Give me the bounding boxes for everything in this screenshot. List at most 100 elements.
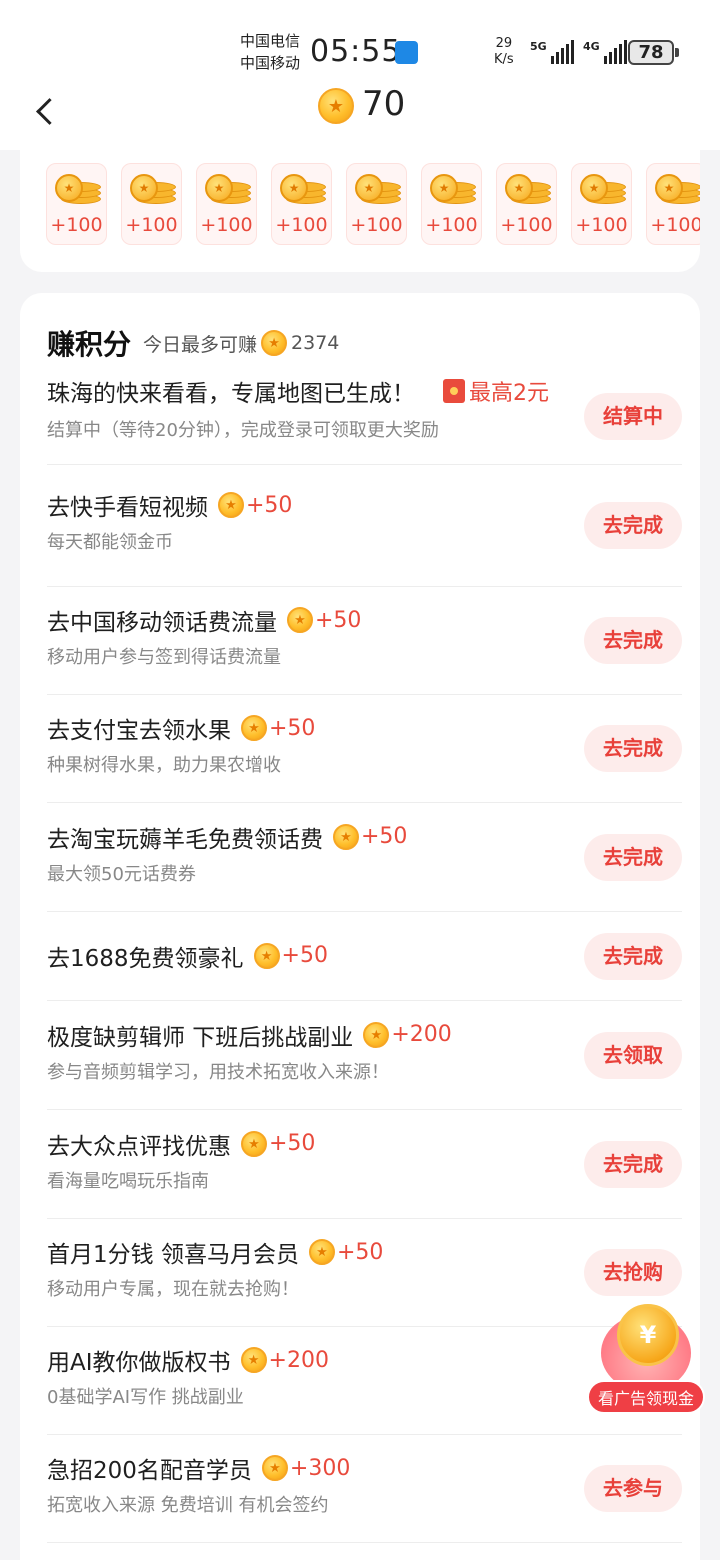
task-reward: +50 [246, 492, 293, 518]
task-desc: 参与音频剪辑学习，用技术拓宽收入来源！ [47, 1061, 389, 1083]
task-row[interactable]: 去快手看短视频 +50 每天都能领金币 去完成 [47, 465, 682, 587]
battery-tip [675, 48, 679, 57]
reward-day-tile[interactable]: +100 [646, 163, 700, 245]
task-reward: +50 [315, 607, 362, 633]
task-row[interactable]: 去中国移动领话费流量 +50 移动用户参与签到得话费流量 去完成 [47, 587, 682, 695]
coin-icon [261, 1455, 288, 1481]
task-action-button[interactable]: 结算中 [584, 392, 682, 440]
reward-day-tile[interactable]: +100 [571, 163, 632, 245]
task-action-button[interactable]: 去领取 [584, 1031, 682, 1079]
task-title: 去淘宝玩薅羊毛免费领话费 [47, 826, 323, 853]
task-action-button[interactable]: 去完成 [584, 617, 682, 664]
task-title-line: 去中国移动领话费流量 +50 [47, 603, 361, 637]
task-row[interactable]: 去1688免费领豪礼 +50 去完成 [47, 912, 682, 1001]
reward-amount: +100 [200, 214, 253, 236]
task-reward: +50 [336, 1239, 384, 1265]
carrier-2: 中国移动 [240, 54, 301, 72]
task-title-line: 用AI教你做版权书 +200 [47, 1343, 329, 1377]
task-row[interactable]: 急招200名配音学员 +300 拓宽收入来源 免费培训 有机会签约 去参与 [47, 1435, 682, 1543]
task-title-line: 去支付宝去领水果 +50 [47, 711, 315, 745]
coin-stack-icon [280, 174, 326, 204]
reward-day-tile[interactable]: +100 [346, 163, 407, 245]
task-desc: 每天都能领金币 [47, 532, 173, 553]
reward-day-tile[interactable]: +100 [496, 163, 557, 245]
coin-stack-icon [505, 174, 551, 204]
clock: 05:55 [310, 34, 402, 69]
task-action-button[interactable]: 去参与 [584, 1465, 682, 1512]
task-reward: +200 [268, 1347, 329, 1373]
task-desc: 0基础学AI写作 挑战副业 [47, 1387, 244, 1408]
coin-icon [241, 715, 267, 741]
coin-icon [253, 942, 280, 969]
task-reward: +50 [361, 824, 408, 849]
coin-stack-icon [130, 174, 176, 204]
coin-icon [287, 607, 313, 633]
task-action-button[interactable]: 去完成 [584, 932, 682, 980]
reward-day-tile[interactable]: +100 [271, 163, 332, 245]
signal-5g-icon: 5G [530, 40, 574, 64]
task-row[interactable]: 去淘宝玩薅羊毛免费领话费 +50 最大领50元话费券 去完成 [47, 803, 682, 912]
coin-total: 70 [362, 84, 406, 124]
task-title-line: 去快手看短视频 +50 [47, 488, 292, 522]
task-title: 去支付宝去领水果 [47, 718, 231, 744]
task-action-button[interactable]: 去抢购 [584, 1249, 682, 1296]
reward-amount: +100 [125, 214, 178, 236]
coin-icon [308, 1239, 335, 1265]
task-row[interactable]: 极度缺剪辑师 下班后挑战副业 +200参与音频剪辑学习，用技术拓宽收入来源！ 去领取 [47, 1001, 682, 1110]
network-speed-value: 29 [495, 36, 513, 51]
task-title: 去中国移动领话费流量 [47, 610, 277, 636]
task-reward: +50 [281, 943, 328, 968]
task-desc: 结算中（等待20分钟），完成登录可领取更大奖励 [47, 420, 439, 441]
task-title: 首月1分钱 领喜马月会员 [47, 1242, 299, 1268]
coin-stack-icon [55, 174, 101, 204]
reward-day-tile[interactable]: +100 [421, 163, 482, 245]
daily-reward-card: +100 +100 +100 +100 +100 +100 +100 +100 +100 [20, 150, 700, 272]
task-action-button[interactable]: 去完成 [584, 833, 682, 881]
signal-4g-icon: 4G [583, 40, 627, 64]
task-desc: 移动用户参与签到得话费流量 [47, 647, 281, 668]
task-title: 极度缺剪辑师 下班后挑战副业 [47, 1024, 354, 1051]
task-title: 急招200名配音学员 [47, 1458, 252, 1484]
cash-coin-icon: ¥ [617, 1304, 679, 1366]
earn-subtitle: 今日最多可赚 [143, 333, 258, 356]
coin-icon [241, 1130, 267, 1157]
reward-amount: +100 [650, 214, 700, 236]
watch-ad-label: 看广告领现金 [587, 1380, 705, 1414]
coin-icon [261, 330, 288, 356]
reward-day-tile[interactable]: +100 [196, 163, 257, 245]
reward-day-tile[interactable]: +100 [121, 163, 182, 245]
task-title-line: 急招200名配音学员 +300 [47, 1451, 350, 1485]
task-row[interactable]: 去支付宝去领水果 +50 种果树得水果，助力果农增收 去完成 [47, 695, 682, 803]
earn-header: 赚积分 今日最多可赚 2374 [47, 323, 339, 363]
earn-title: 赚积分 [47, 328, 132, 361]
task-row[interactable]: 珠海的快来看看，专属地图已生成！ 最高2元 结算中（等待20分钟），完成登录可领取更… [47, 368, 682, 465]
task-action-button[interactable]: 去完成 [584, 502, 682, 549]
task-desc: 看海量吃喝玩乐指南 [47, 1170, 209, 1192]
reward-amount: +100 [425, 214, 478, 236]
coin-icon [333, 823, 359, 850]
reward-day-tile[interactable]: +100 [46, 163, 107, 245]
earn-max-points: 2374 [291, 332, 340, 354]
page-header: 70 [0, 80, 720, 150]
task-title-line: 去大众点评找优惠 +50 [47, 1127, 315, 1161]
task-row[interactable]: 去大众点评找优惠 +50 看海量吃喝玩乐指南 去完成 [47, 1110, 682, 1219]
network-speed: 29 K/s [494, 36, 514, 68]
carrier-names: 中国电信 中国移动 [240, 30, 300, 74]
task-title: 用AI教你做版权书 [47, 1350, 231, 1376]
task-title-line: 去淘宝玩薅羊毛免费领话费 +50 [47, 820, 407, 854]
reward-amount: +100 [575, 214, 628, 236]
back-arrow-icon[interactable] [32, 88, 62, 132]
task-reward: +300 [289, 1455, 351, 1481]
status-bar: 中国电信 中国移动 05:55 29 K/s 5G 4G 78 [0, 0, 720, 80]
task-action-button[interactable]: 去完成 [584, 725, 682, 772]
reward-amount: +100 [350, 214, 403, 236]
coin-icon [363, 1021, 390, 1048]
red-packet-icon [443, 379, 465, 403]
coin-stack-icon [430, 174, 476, 204]
task-title: 去快手看短视频 [47, 495, 208, 521]
reward-amount: +100 [500, 214, 553, 236]
task-bonus: 最高2元 [469, 381, 549, 406]
watch-ad-float-button[interactable]: ¥ 看广告领现金 [587, 1300, 707, 1420]
task-action-button[interactable]: 去完成 [584, 1140, 682, 1188]
task-title-line: 首月1分钱 领喜马月会员 +50 [47, 1235, 383, 1269]
